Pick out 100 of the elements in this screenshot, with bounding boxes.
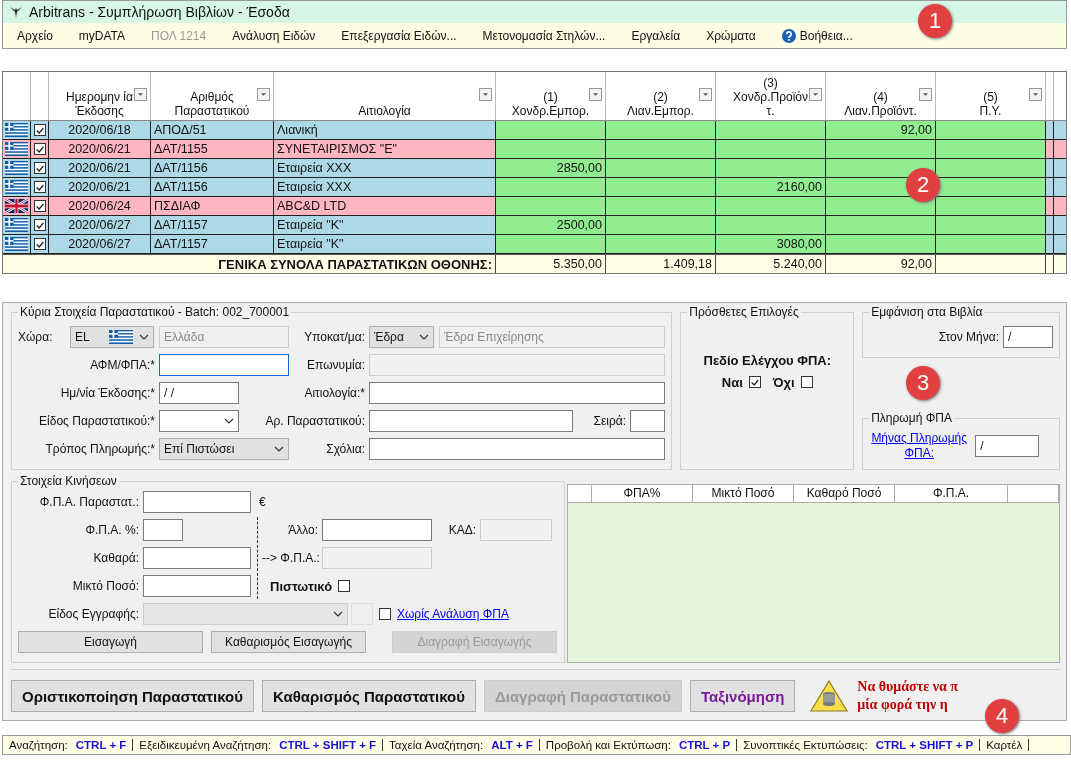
dropdown[interactable]: Επί Πιστώσει (159, 438, 289, 460)
table-row[interactable]: 2020/06/21 ΔΑΤ/1156 Εταιρεία ΧΧΧ 2850,00 (3, 159, 1066, 178)
text-field[interactable] (143, 575, 251, 597)
greek-flag-icon (5, 218, 28, 232)
table-row[interactable]: 2020/06/27 ΔΑΤ/1157 Εταιρεία "Κ" 2500,00 (3, 216, 1066, 235)
filter-dropdown-icon[interactable] (589, 88, 602, 101)
currency-label: € (259, 495, 266, 509)
table-cell: 2020/06/24 (49, 197, 151, 215)
dropdown[interactable]: Έδρα (369, 326, 434, 348)
table-cell: ΔΑΤ/1157 (151, 216, 274, 234)
checkbox[interactable] (33, 143, 46, 155)
column-header: Μικτό Ποσό (693, 485, 794, 502)
shortcut-label: Προβολή και Εκτύπωση: (545, 739, 671, 751)
checkbox[interactable] (800, 376, 813, 388)
shortcut-key: CTRL + F (75, 739, 127, 751)
menu-item[interactable]: Βοήθεια... (781, 28, 853, 43)
filter-dropdown-icon[interactable] (699, 88, 712, 101)
text-field[interactable] (369, 410, 573, 432)
chevron-down-icon (274, 446, 284, 452)
table-row[interactable]: 2020/06/18 ΑΠΟΔ/51 Λιανική 92,00 (3, 121, 1066, 140)
column-header: Καθαρό Ποσό (794, 485, 895, 502)
checkbox[interactable] (748, 376, 761, 388)
column-header[interactable]: (5) Π.Υ. (936, 72, 1046, 120)
section-title: Στοιχεία Κινήσεων (19, 474, 118, 488)
filter-dropdown-icon[interactable] (479, 88, 492, 101)
menu-item[interactable]: Αρχείο (17, 28, 53, 43)
table-cell: ΔΑΤ/1156 (151, 178, 274, 196)
table-cell: 5.350,00 (496, 255, 606, 273)
window-title: Arbitrans - Συμπλήρωση Βιβλίων - Έσοδα (29, 4, 290, 20)
action-button[interactable]: Εισαγωγή (18, 631, 203, 653)
table-cell: 2020/06/27 (49, 216, 151, 234)
text-field[interactable] (369, 382, 665, 404)
chevron-down-icon (333, 611, 343, 617)
shortcut-key: CTRL + SHIFT + F (279, 739, 377, 751)
filter-dropdown-icon[interactable] (134, 88, 147, 101)
field-label: Σχόλια: (325, 442, 366, 456)
text-field[interactable] (630, 410, 665, 432)
table-cell: ΑΠΟΔ/51 (151, 121, 274, 139)
column-header[interactable]: Αριθμός Παραστατικού (151, 72, 274, 120)
table-row[interactable]: 2020/06/21 ΔΑΤ/1155 ΣΥΝΕΤΑΙΡΙΣΜΟΣ "Ε" (3, 140, 1066, 159)
text-field[interactable] (322, 519, 432, 541)
column-header[interactable]: (4) Λιαν.Προϊόντ. (826, 72, 936, 120)
checkbox[interactable] (33, 238, 46, 250)
filter-dropdown-icon[interactable] (257, 88, 270, 101)
field-label: Στον Μήνα: (937, 330, 1000, 344)
field-label: Άλλο: (287, 523, 319, 537)
checkbox[interactable] (338, 580, 351, 592)
shortcut-key: ALT + F (491, 739, 533, 751)
checkbox[interactable] (33, 162, 46, 174)
menu-item[interactable]: Ανάλυση Ειδών (232, 28, 316, 43)
menu-item[interactable]: Χρώματα (706, 28, 756, 43)
table-cell: ΠΣΔΙΑΦ (151, 197, 274, 215)
text-field[interactable]: / (1003, 326, 1053, 348)
chevron-down-icon (419, 334, 429, 340)
checkbox[interactable] (379, 608, 391, 620)
action-button[interactable]: Καθαρισμός Εισαγωγής (211, 631, 366, 653)
text-field[interactable]: / / (159, 382, 239, 404)
checkbox[interactable] (33, 219, 46, 231)
column-header[interactable]: Ημερομην ία Έκδοσης (49, 72, 151, 120)
action-button[interactable]: Καθαρισμός Παραστατικού (261, 680, 476, 712)
checkbox[interactable] (33, 181, 46, 193)
menu-item[interactable]: myDATA (78, 28, 126, 43)
filter-dropdown-icon[interactable] (919, 88, 932, 101)
field-label: --> Φ.Π.Α.: (262, 551, 321, 565)
text-field[interactable] (159, 354, 289, 376)
menu-item[interactable]: Εργαλεία (631, 28, 681, 43)
column-header[interactable]: Αιτιολογία (274, 72, 496, 120)
action-button[interactable]: Ταξινόμηση (689, 680, 796, 712)
checkbox[interactable] (33, 200, 46, 212)
action-button[interactable]: Οριστικοποίηση Παραστατικού (11, 680, 254, 712)
text-field[interactable] (143, 491, 251, 513)
table-row[interactable]: 2020/06/27 ΔΑΤ/1157 Εταιρεία "Κ" 3080,00 (3, 235, 1066, 254)
step-badge: 4 (985, 699, 1019, 733)
column-header[interactable]: (3) Χονδρ.Προϊόν τ. (716, 72, 826, 120)
table-row[interactable]: 2020/06/24 ΠΣΔΙΑΦ ABC&D LTD (3, 197, 1066, 216)
column-header[interactable]: (2) Λιαν.Εμπορ. (606, 72, 716, 120)
shortcut-label: Ταχεία Αναζήτηση: (389, 739, 484, 751)
text-field[interactable] (369, 438, 665, 460)
no-vat-analysis-link[interactable]: Χωρίς Ανάλυση ΦΠΑ (397, 607, 509, 621)
section-title: Εμφάνιση στα Βιβλία (870, 305, 984, 319)
field-label: Πεδίο Ελέγχου ΦΠΑ: (703, 353, 832, 368)
vat-month-link[interactable]: Μήνας Πληρωμής ΦΠΑ: (869, 431, 970, 461)
filter-dropdown-icon[interactable] (1029, 88, 1042, 101)
greek-flag-icon (5, 180, 28, 194)
table-cell: 2020/06/18 (49, 121, 151, 139)
field-label: Φ.Π.Α. Παραστατ.: (38, 495, 140, 509)
dropdown[interactable] (159, 410, 239, 432)
section-title: Πρόσθετες Επιλογές (688, 305, 800, 319)
text-field[interactable] (143, 547, 251, 569)
dropdown[interactable]: EL (70, 326, 154, 348)
field-label: Χώρα: (18, 330, 54, 344)
column-header[interactable]: (1) Χονδρ.Εμπορ. (496, 72, 606, 120)
checkbox[interactable] (33, 124, 46, 136)
filter-dropdown-icon[interactable] (809, 88, 822, 101)
menu-item[interactable]: Μετονομασία Στηλών... (482, 28, 606, 43)
text-field[interactable] (143, 519, 183, 541)
menu-item[interactable]: Επεξεργασία Ειδών... (341, 28, 457, 43)
text-field[interactable]: / (975, 435, 1040, 457)
table-cell: 2020/06/21 (49, 178, 151, 196)
totals-label: ΓΕΝΙΚΑ ΣΥΝΟΛΑ ΠΑΡΑΣΤΑΤΙΚΩΝ ΟΘΟΝΗΣ: (3, 255, 496, 273)
